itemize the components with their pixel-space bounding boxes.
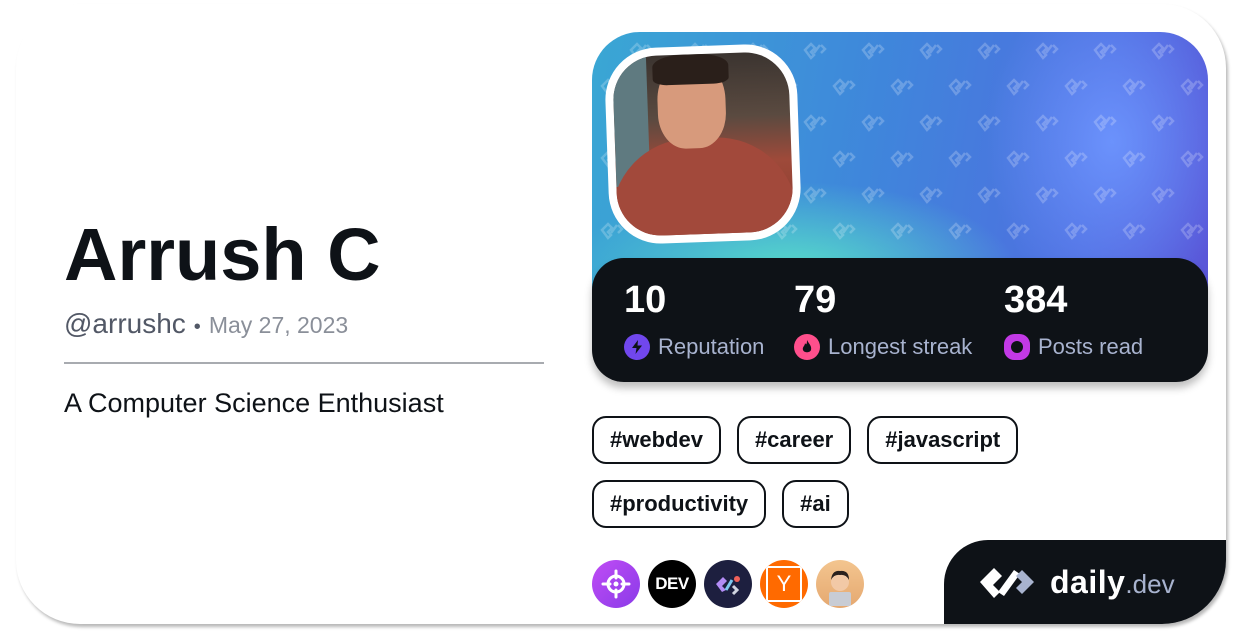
pattern-logo-mark: [803, 186, 827, 204]
pattern-logo-mark: [948, 222, 972, 240]
pattern-logo-mark: [1035, 186, 1059, 204]
stat-label: Reputation: [658, 334, 765, 359]
joined-date: May 27, 2023: [208, 312, 349, 338]
pattern-logo-mark: [890, 222, 914, 240]
stat-value: 10: [624, 279, 667, 321]
profile-handle: @arrushc: [64, 308, 186, 339]
tag-productivity[interactable]: #productivity: [592, 480, 767, 528]
pattern-logo-mark: [1006, 150, 1030, 168]
pattern-logo-mark: [948, 150, 972, 168]
stat-longest-streak: 79 Longest streak: [794, 278, 972, 360]
profile-meta: @arrushc • May 27, 2023: [64, 308, 544, 340]
stat-posts-read: 384 Posts read: [1004, 278, 1143, 360]
pattern-logo-mark: [1151, 42, 1175, 60]
divider: [64, 362, 544, 364]
profile-avatar: [603, 42, 803, 246]
pattern-logo-mark: [1064, 222, 1088, 240]
tags-list: #webdev #career #javascript #productivit…: [592, 416, 1152, 528]
pattern-logo-mark: [832, 222, 856, 240]
streak-flame-icon: [794, 334, 820, 360]
pattern-logo-mark: [1151, 186, 1175, 204]
pattern-logo-mark: [977, 186, 1001, 204]
pattern-logo-mark: [977, 42, 1001, 60]
stat-reputation: 10 Reputation: [624, 278, 764, 360]
pattern-logo-mark: [1122, 150, 1146, 168]
pattern-logo-mark: [832, 78, 856, 96]
pattern-logo-mark: [919, 114, 943, 132]
pattern-logo-mark: [803, 42, 827, 60]
stat-label: Longest streak: [828, 334, 973, 359]
tag-webdev[interactable]: #webdev: [592, 416, 721, 464]
pattern-logo-mark: [1064, 150, 1088, 168]
pattern-logo-mark: [832, 150, 856, 168]
pattern-logo-mark: [1151, 114, 1175, 132]
tag-javascript[interactable]: #javascript: [867, 416, 1019, 464]
pattern-logo-mark: [1035, 114, 1059, 132]
profile-bio: A Computer Science Enthusiast: [64, 388, 444, 418]
pattern-logo-mark: [1006, 78, 1030, 96]
daily-dev-logo-icon: [980, 568, 1034, 598]
crosshair-source-icon[interactable]: [592, 560, 640, 608]
posts-read-ring-icon: [1004, 334, 1030, 360]
devsquad-avatar-source-icon[interactable]: [816, 560, 864, 608]
avatar-photo: [611, 50, 795, 238]
pattern-logo-mark: [1180, 222, 1204, 240]
daily-dev-squad-source-icon[interactable]: [704, 560, 752, 608]
pattern-logo-mark: [890, 150, 914, 168]
pattern-logo-mark: [1180, 78, 1204, 96]
pattern-logo-mark: [803, 114, 827, 132]
profile-info: Arrush C @arrushc • May 27, 2023 A Compu…: [64, 210, 544, 419]
pattern-logo-mark: [1035, 42, 1059, 60]
profile-name: Arrush C: [64, 213, 381, 296]
pattern-logo-mark: [861, 42, 885, 60]
pattern-logo-mark: [1093, 42, 1117, 60]
pattern-logo-mark: [919, 42, 943, 60]
pattern-logo-mark: [919, 186, 943, 204]
pattern-logo-mark: [1122, 78, 1146, 96]
brand-dev: .dev: [1125, 568, 1175, 599]
tag-career[interactable]: #career: [736, 416, 852, 464]
pattern-logo-mark: [890, 78, 914, 96]
reputation-bolt-icon: [624, 334, 650, 360]
stat-value: 384: [1004, 279, 1068, 321]
pattern-logo-mark: [1064, 78, 1088, 96]
pattern-logo-mark: [861, 186, 885, 204]
stat-label: Posts read: [1038, 334, 1144, 359]
pattern-logo-mark: [861, 114, 885, 132]
dev-to-source-icon[interactable]: DEV: [648, 560, 696, 608]
hacker-news-source-icon[interactable]: Y: [760, 560, 808, 608]
sources-list: DEV Y: [592, 560, 864, 608]
pattern-logo-mark: [1093, 114, 1117, 132]
stat-value: 79: [794, 279, 837, 321]
pattern-logo-mark: [1093, 186, 1117, 204]
stats-panel: 10 Reputation 79 Longest streak 384 Post…: [592, 258, 1208, 382]
pattern-logo-mark: [1006, 222, 1030, 240]
brand-daily: daily: [1050, 563, 1126, 600]
meta-separator: •: [193, 316, 201, 338]
tag-ai[interactable]: #ai: [782, 480, 849, 528]
pattern-logo-mark: [977, 114, 1001, 132]
pattern-logo-mark: [948, 78, 972, 96]
daily-dev-logo: daily.dev: [944, 540, 1226, 624]
pattern-logo-mark: [1122, 222, 1146, 240]
pattern-logo-mark: [1180, 150, 1204, 168]
